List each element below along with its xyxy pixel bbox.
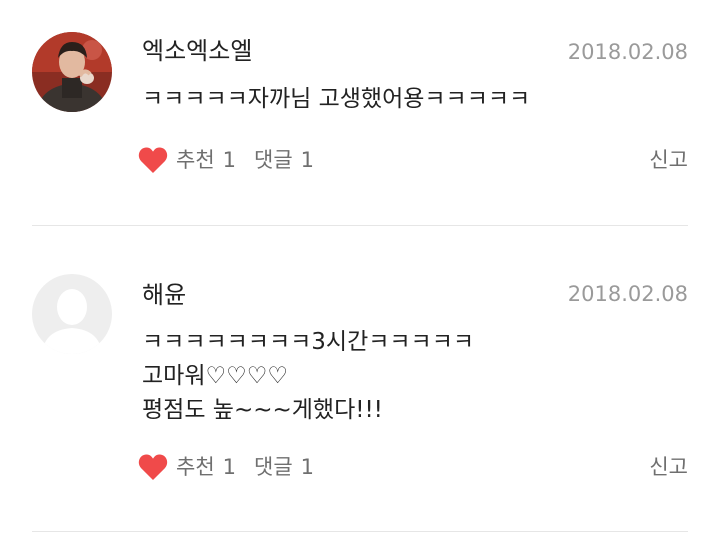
default-user-icon [32,274,112,354]
divider [32,531,688,532]
like-label: 추천 [176,148,215,172]
reply-label: 댓글 [254,455,293,479]
report-button[interactable]: 신고 [649,146,688,174]
like-button[interactable]: 추천 1 [176,453,236,481]
like-button[interactable]: 추천 1 [176,146,236,174]
avatar[interactable] [32,32,112,112]
comment-date: 2018.02.08 [567,40,688,64]
comment-actions: 추천 1 댓글 1 [138,453,314,481]
comment-text-line: 고마워♡♡♡♡ [142,363,288,389]
comment-date: 2018.02.08 [567,282,688,306]
reply-button[interactable]: 댓글 1 [254,453,314,481]
comment-author[interactable]: 엑소엑소엘 [142,36,252,66]
reply-button[interactable]: 댓글 1 [254,146,314,174]
like-count: 1 [222,148,237,172]
comment-author[interactable]: 해윤 [142,280,186,310]
reply-count: 1 [300,455,315,479]
comment-text: ㅋㅋㅋㅋㅋ자까님 고생했어용ㅋㅋㅋㅋㅋ [142,82,682,116]
like-count: 1 [222,455,237,479]
divider [32,225,688,226]
comment-text: ㅋㅋㅋㅋㅋㅋㅋㅋ3시간ㅋㅋㅋㅋㅋ 고마워♡♡♡♡ 평점도 높~~~게했다!!! [142,325,682,427]
comment-text-line: ㅋㅋㅋㅋㅋㅋㅋㅋ3시간ㅋㅋㅋㅋㅋ [142,329,475,355]
comment-text-line: ㅋㅋㅋㅋㅋ자까님 고생했어용ㅋㅋㅋㅋㅋ [142,86,531,112]
comment-text-line: 평점도 높~~~게했다!!! [142,397,383,423]
reply-label: 댓글 [254,148,293,172]
reply-count: 1 [300,148,315,172]
like-label: 추천 [176,455,215,479]
report-button[interactable]: 신고 [649,453,688,481]
comment-actions: 추천 1 댓글 1 [138,146,314,174]
avatar[interactable] [32,274,112,354]
heart-icon[interactable] [138,453,168,481]
user-photo-icon [32,32,112,112]
heart-icon[interactable] [138,146,168,174]
